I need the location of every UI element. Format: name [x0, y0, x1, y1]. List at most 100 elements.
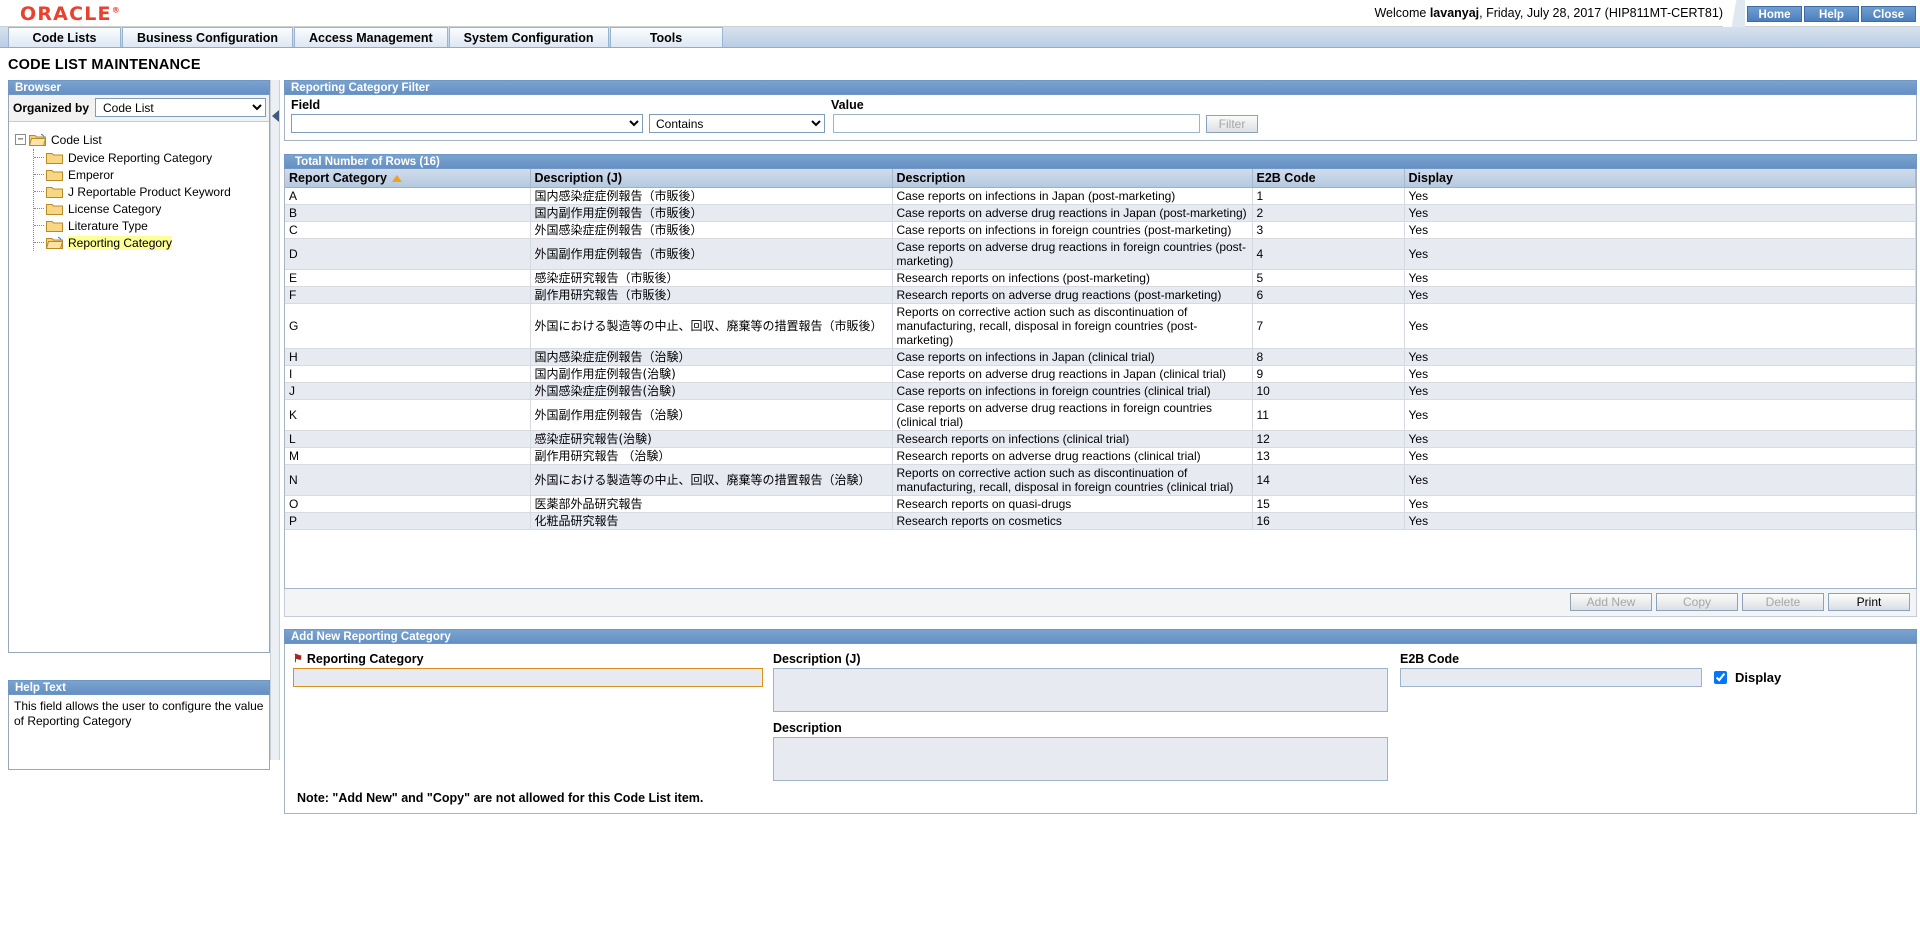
e2b-code-label: E2B Code [1400, 652, 1460, 666]
folder-icon [46, 219, 63, 232]
tree-item-literature-type[interactable]: Literature Type [34, 217, 265, 234]
tree-item-license-category[interactable]: License Category [34, 200, 265, 217]
cell-description: Case reports on infections in foreign co… [892, 221, 1253, 239]
value-label: Value [831, 98, 864, 112]
table-row[interactable]: C 外国感染症症例報告（市販後） Case reports on infecti… [285, 221, 1916, 239]
table-row[interactable]: H 国内感染症症例報告（治験） Case reports on infectio… [285, 348, 1916, 366]
browser-panel: Browser Organized by Code List − Code Li… [8, 80, 270, 653]
column-header-description-j[interactable]: Description (J) [530, 169, 893, 188]
column-header-report-category[interactable]: Report Category [285, 169, 531, 188]
browser-panel-body: Organized by Code List − Code List Devic… [8, 95, 270, 653]
table-row[interactable]: I 国内副作用症例報告(治験) Case reports on adverse … [285, 365, 1916, 383]
tree-item-j-reportable-product-keyword[interactable]: J Reportable Product Keyword [34, 183, 265, 200]
cell-description-j: 外国における製造等の中止、回収、廃棄等の措置報告（治験） [530, 464, 893, 496]
filter-field-select[interactable] [291, 114, 643, 133]
cell-description: Case reports on infections in Japan (pos… [892, 187, 1253, 205]
header-curve-decoration [1723, 0, 1745, 27]
table-row[interactable]: G 外国における製造等の中止、回収、廃棄等の措置報告（市販後） Reports … [285, 303, 1916, 349]
organized-by-label: Organized by [13, 100, 90, 115]
display-checkbox[interactable] [1714, 671, 1727, 684]
table-row[interactable]: P 化粧品研究報告 Research reports on cosmetics … [285, 512, 1916, 530]
add-new-note: Note: "Add New" and "Copy" are not allow… [297, 791, 704, 805]
tree-item-label: Literature Type [68, 218, 148, 233]
table-row[interactable]: E 感染症研究報告（市販後） Research reports on infec… [285, 269, 1916, 287]
cell-e2b-code: 4 [1252, 238, 1405, 270]
panel-splitter[interactable] [270, 80, 280, 760]
welcome-text: Welcome lavanyaj, Friday, July 28, 2017 … [1374, 6, 1723, 20]
tab-tools[interactable]: Tools [609, 27, 723, 47]
organized-by-select[interactable]: Code List [95, 98, 266, 117]
main-navigation: Code Lists Business Configuration Access… [0, 27, 1920, 48]
cell-e2b-code: 16 [1252, 512, 1405, 530]
cell-description-j: 外国における製造等の中止、回収、廃棄等の措置報告（市販後） [530, 303, 893, 349]
cell-report-category: P [285, 512, 531, 530]
column-header-e2b-code[interactable]: E2B Code [1252, 169, 1405, 188]
close-button[interactable]: Close [1861, 5, 1916, 22]
table-row[interactable]: N 外国における製造等の中止、回収、廃棄等の措置報告（治験） Reports o… [285, 464, 1916, 496]
cell-e2b-code: 1 [1252, 187, 1405, 205]
rows-panel: Total Number of Rows (16) Report Categor… [284, 154, 1917, 617]
tab-business-configuration[interactable]: Business Configuration [122, 27, 293, 47]
cell-display: Yes [1404, 430, 1916, 448]
table-row[interactable]: B 国内副作用症例報告（市販後） Case reports on adverse… [285, 204, 1916, 222]
cell-e2b-code: 5 [1252, 269, 1405, 287]
e2b-code-input[interactable] [1400, 668, 1702, 687]
tab-access-management[interactable]: Access Management [293, 27, 448, 47]
cell-description-j: 副作用研究報告（市販後） [530, 286, 893, 304]
cell-e2b-code: 8 [1252, 348, 1405, 366]
cell-e2b-code: 15 [1252, 495, 1405, 513]
column-header-label: E2B Code [1256, 171, 1316, 185]
cell-description: Research reports on cosmetics [892, 512, 1253, 530]
filter-operator-select[interactable]: Contains [649, 114, 825, 133]
cell-report-category: O [285, 495, 531, 513]
reporting-category-input[interactable] [293, 668, 763, 687]
content-area: Reporting Category Filter Field Value Co… [284, 80, 1917, 814]
filter-value-input[interactable] [833, 114, 1200, 133]
column-header-label: Description (J) [534, 171, 623, 185]
table-row[interactable]: D 外国副作用症例報告（市販後） Case reports on adverse… [285, 238, 1916, 270]
main-layout: Browser Organized by Code List − Code Li… [0, 80, 1920, 918]
open-folder-icon [29, 133, 46, 146]
tree-root-node[interactable]: − Code List [15, 130, 265, 149]
cell-report-category: A [285, 187, 531, 205]
description-textarea[interactable] [773, 737, 1388, 781]
cell-display: Yes [1404, 464, 1916, 496]
collapse-panel-arrow-icon[interactable] [272, 110, 279, 122]
cell-description: Reports on corrective action such as dis… [892, 303, 1253, 349]
cell-display: Yes [1404, 238, 1916, 270]
print-button[interactable]: Print [1828, 593, 1910, 611]
table-row[interactable]: L 感染症研究報告(治験) Research reports on infect… [285, 430, 1916, 448]
help-text-panel: Help Text This field allows the user to … [8, 680, 270, 770]
tab-code-lists[interactable]: Code Lists [8, 27, 121, 47]
cell-report-category: C [285, 221, 531, 239]
column-header-description[interactable]: Description [892, 169, 1253, 188]
cell-e2b-code: 12 [1252, 430, 1405, 448]
help-button[interactable]: Help [1804, 5, 1859, 22]
table-row[interactable]: K 外国副作用症例報告（治験） Case reports on adverse … [285, 399, 1916, 431]
home-button[interactable]: Home [1747, 5, 1802, 22]
cell-description: Research reports on quasi-drugs [892, 495, 1253, 513]
cell-description-j: 国内感染症症例報告（市販後） [530, 187, 893, 205]
cell-description: Case reports on adverse drug reactions i… [892, 399, 1253, 431]
table-row[interactable]: M 副作用研究報告 （治験） Research reports on adver… [285, 447, 1916, 465]
help-text-body: This field allows the user to configure … [8, 695, 270, 770]
table-row[interactable]: O 医薬部外品研究報告 Research reports on quasi-dr… [285, 495, 1916, 513]
add-new-button[interactable]: Add New [1570, 593, 1652, 611]
e2b-code-row: Display [1400, 668, 1820, 687]
tree-item-reporting-category[interactable]: Reporting Category [34, 234, 265, 251]
delete-button[interactable]: Delete [1742, 593, 1824, 611]
filter-labels-row: Field Value [291, 98, 1910, 114]
table-row[interactable]: F 副作用研究報告（市販後） Research reports on adver… [285, 286, 1916, 304]
tree-item-device-reporting-category[interactable]: Device Reporting Category [34, 149, 265, 166]
filter-button[interactable]: Filter [1206, 114, 1258, 133]
column-header-display[interactable]: Display [1404, 169, 1916, 188]
table-row[interactable]: A 国内感染症症例報告（市販後） Case reports on infecti… [285, 187, 1916, 205]
cell-e2b-code: 6 [1252, 286, 1405, 304]
tab-system-configuration[interactable]: System Configuration [448, 27, 609, 47]
description-j-textarea[interactable] [773, 668, 1388, 712]
cell-report-category: L [285, 430, 531, 448]
table-row[interactable]: J 外国感染症症例報告(治験) Case reports on infectio… [285, 382, 1916, 400]
copy-button[interactable]: Copy [1656, 593, 1738, 611]
collapse-icon[interactable]: − [15, 134, 26, 145]
tree-item-emperor[interactable]: Emperor [34, 166, 265, 183]
